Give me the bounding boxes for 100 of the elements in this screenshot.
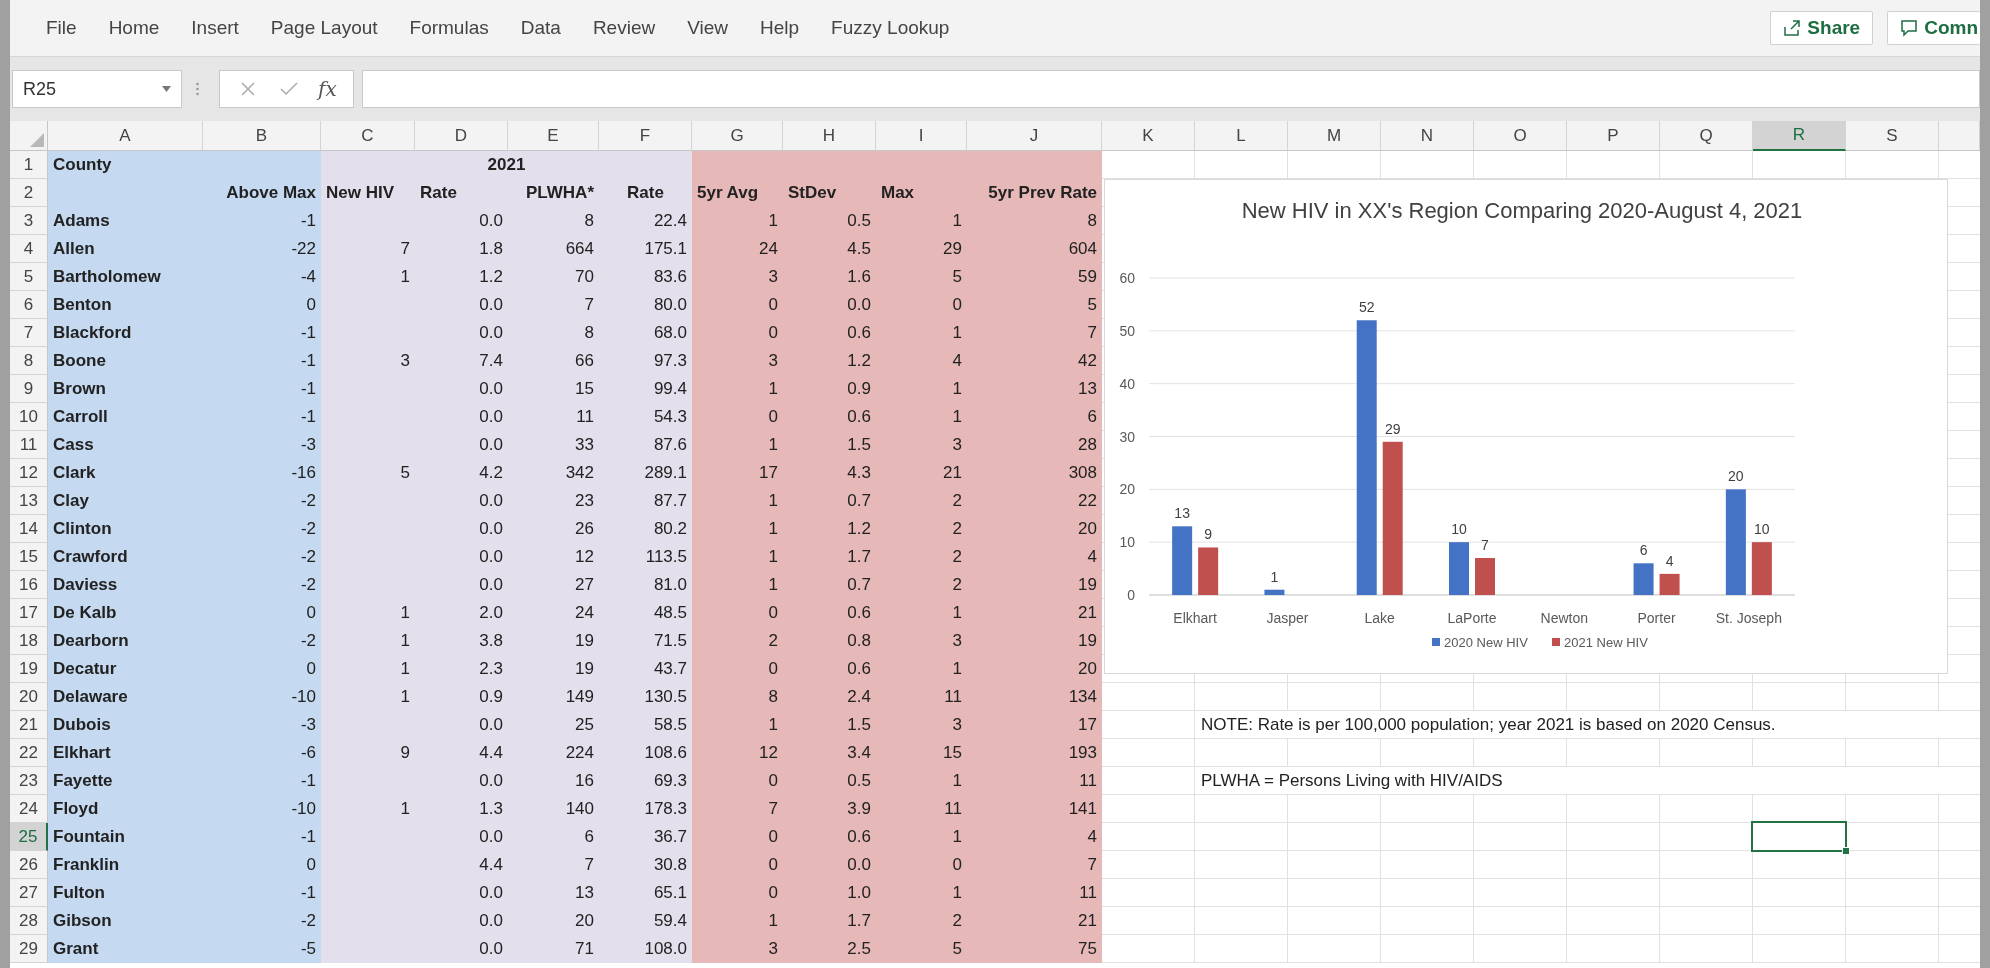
column-header[interactable]: K bbox=[1102, 121, 1195, 151]
menu-tab[interactable]: Data bbox=[504, 17, 577, 39]
row-header[interactable]: 28 bbox=[10, 907, 48, 935]
row-header[interactable]: 4 bbox=[10, 235, 48, 263]
table-cell-text: 0 bbox=[767, 854, 779, 876]
table-cell-text: 8 bbox=[767, 686, 779, 708]
column-title: PLWHA* bbox=[525, 182, 595, 204]
column-header[interactable]: E bbox=[508, 121, 599, 151]
table-cell-text: 0 bbox=[951, 294, 963, 316]
row-header[interactable]: 29 bbox=[10, 935, 48, 963]
row-header[interactable]: 24 bbox=[10, 795, 48, 823]
table-cell-text: 43.7 bbox=[652, 658, 688, 680]
table-cell-text: 0.0 bbox=[478, 546, 504, 568]
column-header[interactable]: A bbox=[48, 121, 203, 151]
row-header[interactable]: 3 bbox=[10, 207, 48, 235]
menu-tab[interactable]: Help bbox=[744, 17, 816, 39]
row-header[interactable]: 22 bbox=[10, 739, 48, 767]
row-header[interactable]: 10 bbox=[10, 403, 48, 431]
row-header[interactable]: 11 bbox=[10, 431, 48, 459]
row-header[interactable]: 15 bbox=[10, 543, 48, 571]
table-cell-text: 134 bbox=[1067, 686, 1098, 708]
column-header[interactable]: F bbox=[599, 121, 692, 151]
cross-icon[interactable] bbox=[240, 81, 256, 97]
row-header[interactable]: 27 bbox=[10, 879, 48, 907]
column-header[interactable]: L bbox=[1195, 121, 1288, 151]
menu-tab[interactable]: Fuzzy Lookup bbox=[815, 17, 966, 39]
select-all-button[interactable] bbox=[10, 121, 48, 151]
row-header[interactable]: 18 bbox=[10, 627, 48, 655]
caret-icon[interactable] bbox=[162, 86, 171, 92]
name-box[interactable]: R25 bbox=[12, 70, 182, 108]
menu-tab[interactable]: View bbox=[671, 17, 745, 39]
row-header[interactable]: 7 bbox=[10, 319, 48, 347]
row-header[interactable]: 16 bbox=[10, 571, 48, 599]
table-cell-text: 11 bbox=[943, 798, 963, 820]
row-header[interactable]: 6 bbox=[10, 291, 48, 319]
table-cell-text: 289.1 bbox=[643, 462, 688, 484]
row-header[interactable]: 5 bbox=[10, 263, 48, 291]
row-header[interactable]: 14 bbox=[10, 515, 48, 543]
row-header[interactable]: 1 bbox=[10, 151, 48, 179]
table-cell-text: 23 bbox=[574, 490, 595, 512]
table-cell-text: 0.0 bbox=[478, 210, 504, 232]
table-cell-text: 0.6 bbox=[846, 602, 872, 624]
row-header[interactable]: 8 bbox=[10, 347, 48, 375]
row-header[interactable]: 13 bbox=[10, 487, 48, 515]
table-cell-text: 1 bbox=[767, 490, 779, 512]
menu-tab[interactable]: Page Layout bbox=[254, 17, 394, 39]
row-header[interactable]: 9 bbox=[10, 375, 48, 403]
row-header[interactable]: 26 bbox=[10, 851, 48, 879]
row-header[interactable]: 25 bbox=[10, 823, 48, 851]
table-cell-text: -1 bbox=[299, 378, 317, 400]
row-header[interactable]: 23 bbox=[10, 767, 48, 795]
table-cell-text: 140 bbox=[564, 798, 595, 820]
column-header[interactable]: M bbox=[1288, 121, 1381, 151]
table-cell-text: 6 bbox=[583, 826, 595, 848]
column-header[interactable]: D bbox=[415, 121, 508, 151]
column-header[interactable]: R bbox=[1753, 121, 1846, 151]
row-header[interactable]: 21 bbox=[10, 711, 48, 739]
row-header[interactable]: 12 bbox=[10, 459, 48, 487]
table-cell-text: 224 bbox=[564, 742, 595, 764]
table-cell-text: 7 bbox=[1086, 854, 1098, 876]
column-header[interactable]: Q bbox=[1660, 121, 1753, 151]
table-cell-text: 12 bbox=[574, 546, 595, 568]
menu-tab[interactable]: Insert bbox=[175, 17, 255, 39]
table-cell-text: 24 bbox=[574, 602, 595, 624]
table-cell-text: 16 bbox=[574, 770, 595, 792]
column-header[interactable]: C bbox=[321, 121, 415, 151]
menu-tab[interactable]: File bbox=[30, 17, 93, 39]
column-header[interactable]: O bbox=[1474, 121, 1567, 151]
insert-function-button[interactable]: fx bbox=[308, 77, 347, 101]
column-header[interactable]: S bbox=[1846, 121, 1939, 151]
row-header[interactable]: 19 bbox=[10, 655, 48, 683]
table-cell-text: 1 bbox=[951, 378, 963, 400]
active-cell-outline[interactable] bbox=[1751, 821, 1847, 852]
check-icon[interactable] bbox=[280, 82, 298, 96]
comments-button[interactable]: Comn bbox=[1887, 11, 1980, 45]
column-header[interactable]: I bbox=[876, 121, 967, 151]
formula-input-field[interactable] bbox=[361, 70, 1980, 108]
column-header[interactable]: G bbox=[692, 121, 783, 151]
table-cell-text: 1 bbox=[767, 378, 779, 400]
row-header[interactable]: 17 bbox=[10, 599, 48, 627]
table-cell-text: 11 bbox=[1078, 882, 1098, 904]
table-cell-text: 0 bbox=[767, 882, 779, 904]
menu-tab[interactable]: Home bbox=[92, 17, 176, 39]
table-cell-text: 0.6 bbox=[846, 658, 872, 680]
table-cell-text: -2 bbox=[299, 546, 317, 568]
column-header[interactable] bbox=[1939, 121, 1980, 151]
share-button[interactable]: Share bbox=[1770, 11, 1874, 45]
column-header[interactable]: P bbox=[1567, 121, 1660, 151]
row-header[interactable]: 2 bbox=[10, 179, 48, 207]
menu-tab[interactable]: Review bbox=[576, 17, 672, 39]
column-header[interactable]: H bbox=[783, 121, 876, 151]
row-header[interactable]: 20 bbox=[10, 683, 48, 711]
column-header[interactable]: J bbox=[967, 121, 1102, 151]
menu-tab[interactable]: Formulas bbox=[393, 17, 505, 39]
dots-icon[interactable] bbox=[196, 82, 199, 96]
column-header[interactable]: B bbox=[203, 121, 321, 151]
column-header[interactable]: N bbox=[1381, 121, 1474, 151]
table-cell-text: -2 bbox=[299, 490, 317, 512]
table-cell-text: 3 bbox=[399, 350, 411, 372]
bar bbox=[1659, 573, 1680, 595]
